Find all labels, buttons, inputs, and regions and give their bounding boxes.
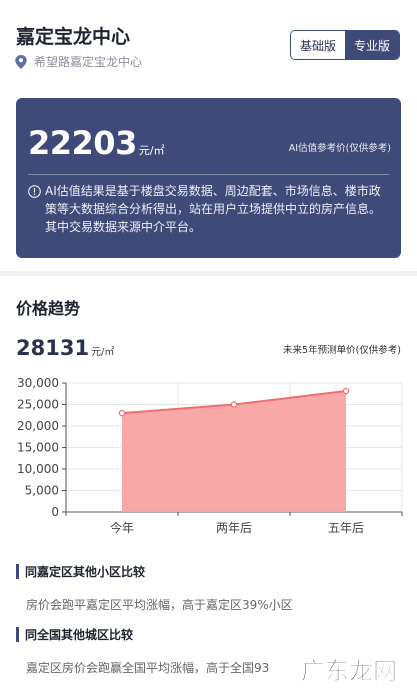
- series-area: [122, 391, 346, 512]
- trend-price-unit: 元/㎡: [91, 347, 115, 358]
- ai-description-text: AI估值结果是基于楼盘交易数据、周边配套、市场信息、楼市政策等大数据综合分析得出…: [45, 184, 382, 234]
- divider: [28, 174, 389, 175]
- ai-price: 22203 元/㎡: [28, 124, 165, 162]
- trend-price-value: 28131: [16, 336, 90, 360]
- watermark-logo: 广东龙网: [286, 652, 412, 688]
- compare-national-heading: 同全国其他城区比较: [16, 626, 133, 643]
- y-tick-label: 15,000: [17, 441, 59, 455]
- page-title: 嘉定宝龙中心: [16, 26, 131, 48]
- ai-price-value: 22203: [28, 124, 137, 162]
- x-tick-label: 今年: [110, 520, 134, 535]
- header: 嘉定宝龙中心 希望路嘉定宝龙中心 基础版 专业版: [0, 0, 417, 98]
- ai-price-unit: 元/㎡: [138, 144, 165, 157]
- compare-national-text: 嘉定区房价会跑赢全国平均涨幅，高于全国93: [26, 661, 270, 675]
- pro-version-button[interactable]: 专业版: [345, 31, 399, 59]
- basic-version-button[interactable]: 基础版: [291, 31, 345, 59]
- y-tick-label: 5,000: [25, 484, 59, 498]
- compare-national-title: 同全国其他城区比较: [25, 628, 134, 642]
- compare-district-heading: 同嘉定区其他小区比较: [16, 563, 145, 580]
- section-marker: [16, 564, 19, 579]
- trend-price: 28131 元/㎡: [16, 336, 114, 360]
- data-point: [230, 401, 238, 408]
- compare-national-section: 同全国其他城区比较: [16, 626, 133, 643]
- svg-text:广东龙网: 广东龙网: [301, 657, 397, 685]
- version-toggle[interactable]: 基础版 专业版: [290, 30, 400, 60]
- data-point: [118, 409, 126, 417]
- ai-description: AI估值结果是基于楼盘交易数据、周边配套、市场信息、楼市政策等大数据综合分析得出…: [28, 182, 390, 236]
- y-tick-label: 30,000: [17, 376, 59, 390]
- section-divider: [0, 271, 417, 276]
- trend-title: 价格趋势: [16, 299, 81, 318]
- ai-estimate-card: 22203 元/㎡ AI估值参考价(仅供参考) AI估值结果是基于楼盘交易数据、…: [16, 98, 401, 258]
- x-tick-label: 两年后: [216, 521, 252, 535]
- trend-reference-label: 未来5年预测单价(仅供参考): [283, 345, 401, 356]
- ai-reference-label: AI估值参考价(仅供参考): [288, 143, 391, 154]
- x-tick-label: 五年后: [328, 521, 364, 535]
- y-tick-label: 20,000: [17, 419, 59, 433]
- price-trend-chart: 0 5,000 10,000 15,000 20,000 25,000 30,000 今年 两年…: [17, 376, 403, 535]
- y-tick-label: 10,000: [17, 462, 59, 476]
- y-tick-label: 25,000: [17, 398, 59, 412]
- y-tick-label: 0: [51, 505, 59, 519]
- location-text: 希望路嘉定宝龙中心: [34, 55, 143, 69]
- info-icon: [28, 185, 41, 198]
- section-marker: [16, 627, 19, 642]
- location-pin-icon: [15, 54, 27, 69]
- location-row: 希望路嘉定宝龙中心: [15, 53, 142, 70]
- compare-district-text: 房价会跑平嘉定区平均涨幅，高于嘉定区39%小区: [26, 598, 293, 612]
- compare-district-title: 同嘉定区其他小区比较: [25, 565, 146, 579]
- compare-district-section: 同嘉定区其他小区比较: [16, 563, 145, 580]
- data-point: [342, 387, 350, 395]
